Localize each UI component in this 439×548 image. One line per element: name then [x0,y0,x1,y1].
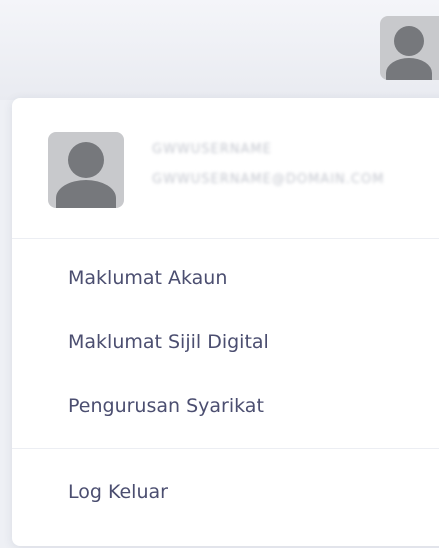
menu-item-maklumat-akaun[interactable]: Maklumat Akaun [68,266,227,290]
user-email: GWWUSERNAME@DOMAIN.COM [152,172,385,187]
profile-avatar [48,132,124,208]
menu-item-maklumat-sijil-digital[interactable]: Maklumat Sijil Digital [68,330,269,354]
logout-button[interactable]: Log Keluar [68,480,168,504]
user-avatar-icon [394,26,424,56]
top-header-bar [0,0,439,100]
user-profile-card: GWWUSERNAME GWWUSERNAME@DOMAIN.COM [12,98,439,239]
avatar-body-shape [386,58,432,80]
user-name: GWWUSERNAME [152,142,272,157]
menu-item-pengurusan-syarikat[interactable]: Pengurusan Syarikat [68,394,264,418]
avatar-body-shape [56,180,116,208]
menu-divider [12,448,439,449]
user-avatar-icon [68,142,104,178]
user-dropdown-menu: GWWUSERNAME GWWUSERNAME@DOMAIN.COM Maklu… [12,98,439,546]
user-avatar-button[interactable] [380,16,439,80]
